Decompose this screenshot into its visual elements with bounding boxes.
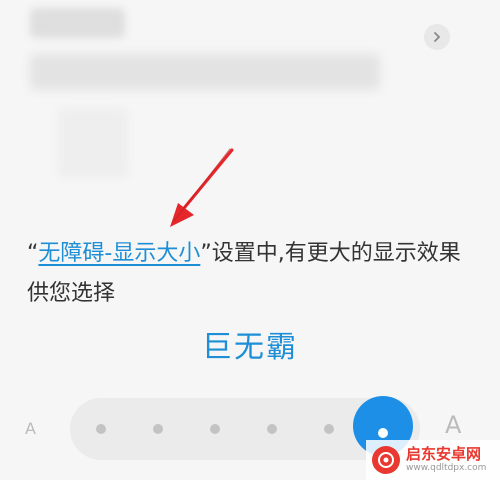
description-text: “无障碍-显示大小”设置中,有更大的显示效果供您选择	[27, 234, 467, 314]
slider-thumb-dot	[378, 428, 388, 438]
blurred-preview-box	[58, 108, 128, 178]
font-size-max-label: A	[445, 411, 462, 439]
font-size-min-label: A	[25, 419, 36, 438]
blurred-subtitle	[30, 54, 380, 90]
watermark-name: 启东安卓网	[406, 445, 482, 463]
chevron-right-button[interactable]	[424, 24, 450, 50]
slider-tick[interactable]	[210, 424, 220, 434]
watermark-logo-icon	[372, 446, 400, 474]
slider-tick[interactable]	[267, 424, 277, 434]
slider-tick[interactable]	[324, 424, 334, 434]
quote-close: ”	[200, 241, 212, 266]
chevron-right-icon	[434, 32, 441, 42]
red-arrow-icon	[170, 148, 234, 227]
quote-open: “	[27, 241, 39, 266]
accessibility-display-size-link[interactable]: 无障碍-显示大小	[38, 241, 200, 266]
blurred-title	[30, 8, 125, 38]
font-preview-text: 巨无霸	[202, 330, 298, 365]
watermark: 启东安卓网 www.qdltdpx.com	[366, 440, 500, 480]
slider-tick[interactable]	[96, 424, 106, 434]
slider-tick[interactable]	[153, 424, 163, 434]
watermark-url: www.qdltdpx.com	[406, 463, 487, 473]
